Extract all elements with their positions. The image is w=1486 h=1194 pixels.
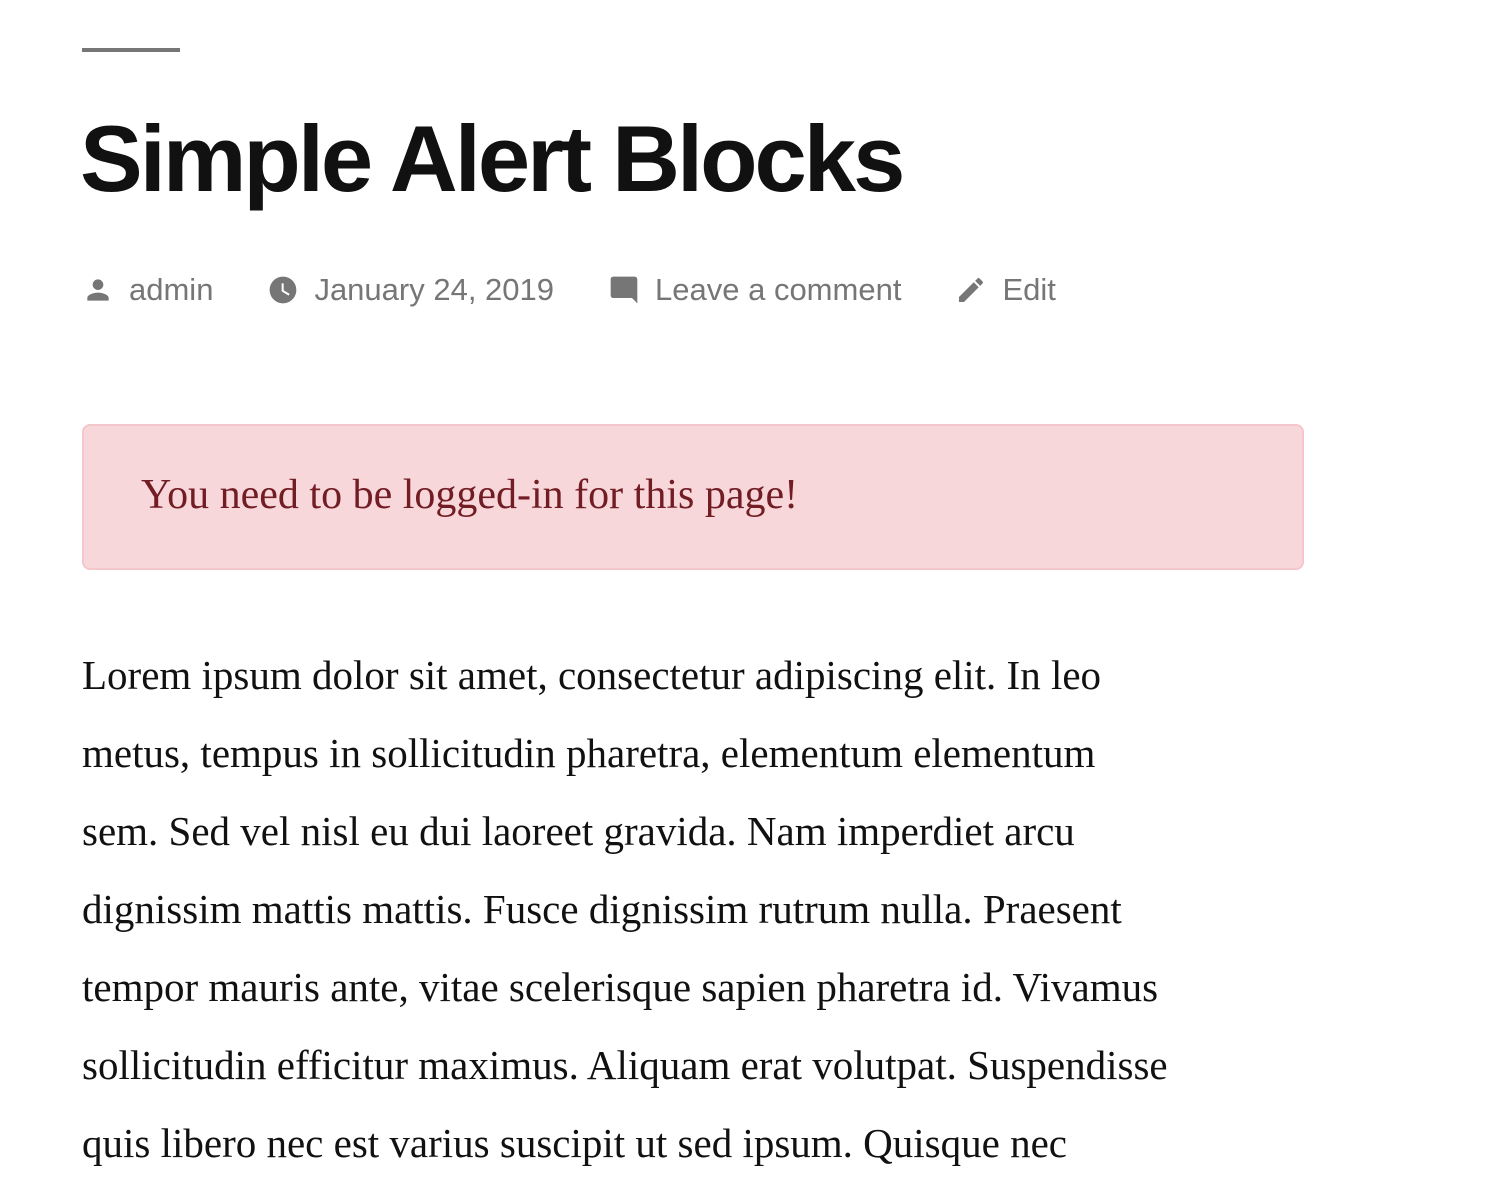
person-icon [82,274,114,306]
post-date: January 24, 2019 [314,272,555,307]
author-link[interactable]: admin [82,272,213,308]
pencil-icon [955,274,987,306]
post-meta: admin January 24, 2019 Leave a comment E… [82,270,1110,310]
body-line: dignissim mattis mattis. Fusce dignissim… [82,886,1122,932]
post-body: Lorem ipsum dolor sit amet, consectetur … [82,636,1306,1182]
author-name: admin [129,272,214,307]
body-line: sem. Sed vel nisl eu dui laoreet gravida… [82,808,1075,854]
body-line: sollicitudin efficitur maximus. Aliquam … [82,1042,1168,1088]
body-line: metus, tempus in sollicitudin pharetra, … [82,730,1096,776]
edit-label: Edit [1002,272,1056,307]
alert-block: You need to be logged-in for this page! [82,424,1304,570]
body-line: tempor mauris ante, vitae scelerisque sa… [82,964,1159,1010]
edit-link[interactable]: Edit [955,272,1056,308]
post-title: Simple Alert Blocks [80,106,905,211]
title-divider [82,48,180,52]
body-line: Lorem ipsum dolor sit amet, consectetur … [82,652,1102,698]
comments-link[interactable]: Leave a comment [608,272,901,308]
comment-bubble-icon [608,274,640,306]
body-line: quis libero nec est varius suscipit ut s… [82,1120,1067,1166]
comments-label: Leave a comment [655,272,902,307]
clock-icon [267,274,299,306]
alert-message: You need to be logged-in for this page! [141,472,799,518]
post-date-link[interactable]: January 24, 2019 [267,272,554,308]
